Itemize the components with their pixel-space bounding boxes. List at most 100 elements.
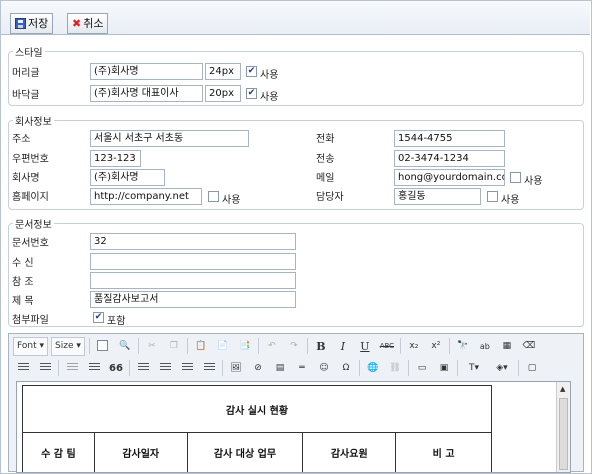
company-name-input[interactable]: (주)회사명: [90, 169, 165, 186]
homepage-input[interactable]: http://company.net: [90, 188, 202, 205]
outdent-icon[interactable]: [62, 359, 82, 378]
footer-size-input[interactable]: 20px: [205, 85, 241, 102]
footer-use-checkbox[interactable]: ✔: [246, 88, 257, 99]
cancel-button[interactable]: ✖ 취소: [67, 13, 109, 34]
editor-scrollbar[interactable]: ▲: [556, 382, 570, 472]
unlink-icon[interactable]: ⛓: [385, 359, 405, 378]
manager-label: 담당자: [316, 192, 344, 203]
subscript-button[interactable]: x₂: [404, 337, 424, 356]
header-size-input[interactable]: 24px: [205, 63, 241, 80]
homepage-use-label: 사용: [222, 195, 241, 206]
header-use-checkbox[interactable]: ✔: [246, 66, 257, 77]
fax-input[interactable]: 02-3474-1234: [394, 150, 505, 167]
email-input[interactable]: hong@yourdomain.com: [394, 169, 505, 186]
subject-input[interactable]: 품질감사보고서: [90, 291, 296, 308]
column-header-date: 감사일자: [93, 432, 188, 472]
preview-icon[interactable]: 🔍: [115, 337, 135, 356]
style-legend: 스타일: [15, 48, 43, 59]
header-label: 머리글: [12, 68, 40, 79]
attachment-include-label: 포함: [107, 316, 126, 327]
text-color-icon[interactable]: T▾: [461, 359, 487, 378]
editor-toolbar-row-2: 66 🖼 ⊘ ▤ ═ ☺ Ω 🌐 ⛓ ▭ ▣ T▾ ◈▾ ▢: [13, 358, 544, 378]
numbered-list-icon[interactable]: [13, 359, 33, 378]
footer-use-label: 사용: [260, 92, 279, 103]
align-center-icon[interactable]: [155, 359, 175, 378]
font-select-label: Font: [17, 340, 37, 351]
recipient-input[interactable]: [90, 253, 296, 270]
scrollbar-thumb[interactable]: [559, 398, 568, 470]
zip-label: 우편번호: [12, 154, 49, 165]
column-header-note: 비 고: [395, 432, 492, 472]
doc-number-input[interactable]: 32: [90, 233, 296, 250]
strikethrough-button[interactable]: ABC: [377, 337, 397, 356]
editor-toolbar-row-1: Font ▾ Size ▾ 🔍 ✂ ❐ 📋 📄 📑 ↶ ↷ B I U ABC …: [13, 336, 541, 356]
column-header-task: 감사 대상 업무: [186, 432, 304, 472]
align-right-icon[interactable]: [177, 359, 197, 378]
new-page-icon[interactable]: [93, 337, 113, 356]
manager-input[interactable]: 홍길동: [394, 188, 481, 205]
cut-icon[interactable]: ✂: [142, 337, 162, 356]
font-select[interactable]: Font ▾: [13, 336, 48, 356]
align-left-icon[interactable]: [133, 359, 153, 378]
background-color-icon[interactable]: ◈▾: [489, 359, 515, 378]
find-icon[interactable]: 🔭: [453, 337, 473, 356]
save-button[interactable]: 저장: [10, 13, 54, 34]
subject-label: 제 목: [12, 296, 34, 307]
flash-icon[interactable]: ⊘: [248, 359, 268, 378]
special-char-icon[interactable]: Ω: [336, 359, 356, 378]
save-label: 저장: [28, 17, 49, 30]
undo-icon[interactable]: ↶: [262, 337, 282, 356]
homepage-use-checkbox[interactable]: [208, 191, 219, 202]
align-justify-icon[interactable]: [199, 359, 219, 378]
blockquote-icon[interactable]: 66: [106, 359, 126, 378]
paste-text-icon[interactable]: 📄: [213, 337, 233, 356]
remove-format-icon[interactable]: ⌫: [519, 337, 539, 356]
underline-button[interactable]: U: [355, 337, 375, 356]
scroll-up-icon[interactable]: ▲: [560, 385, 565, 393]
address-input[interactable]: 서울시 서초구 서초동: [90, 130, 249, 147]
email-use-checkbox[interactable]: [510, 172, 521, 183]
recipient-label: 수 신: [12, 258, 34, 269]
bulleted-list-icon[interactable]: [35, 359, 55, 378]
address-label: 주소: [12, 134, 31, 145]
homepage-label: 홈페이지: [12, 192, 49, 203]
company-name-label: 회사명: [12, 173, 40, 184]
rich-text-editor: Font ▾ Size ▾ 🔍 ✂ ❐ 📋 📄 📑 ↶ ↷ B I U ABC …: [8, 333, 584, 473]
reference-input[interactable]: [90, 272, 296, 289]
column-header-auditor: 감사요원: [302, 432, 397, 472]
document-legend: 문서정보: [15, 220, 52, 231]
replace-icon[interactable]: ab: [475, 337, 495, 356]
source-icon[interactable]: ▢: [522, 359, 542, 378]
indent-icon[interactable]: [84, 359, 104, 378]
paste-icon[interactable]: 📋: [191, 337, 211, 356]
redo-icon[interactable]: ↷: [284, 337, 304, 356]
maximize-icon[interactable]: ▭: [412, 359, 432, 378]
image-icon[interactable]: 🖼: [226, 359, 246, 378]
header-text-input[interactable]: (주)회사명: [90, 63, 203, 80]
horizontal-rule-icon[interactable]: ═: [292, 359, 312, 378]
doc-number-label: 문서번호: [12, 238, 49, 249]
attachment-include-checkbox[interactable]: ✔: [93, 312, 104, 323]
attachment-label: 첨부파일: [12, 315, 49, 326]
zip-input[interactable]: 123-123: [90, 150, 141, 167]
copy-icon[interactable]: ❐: [164, 337, 184, 356]
table-icon[interactable]: ▤: [270, 359, 290, 378]
superscript-button[interactable]: x²: [426, 337, 446, 356]
editor-content-area[interactable]: 감사 실시 현황 수 감 팀 감사일자 감사 대상 업무 감사요원 비 고 ▲: [16, 381, 571, 473]
footer-text-input[interactable]: (주)회사명 대표이사: [90, 85, 203, 102]
italic-button[interactable]: I: [333, 337, 353, 356]
show-blocks-icon[interactable]: ▣: [434, 359, 454, 378]
column-header-team: 수 감 팀: [22, 432, 95, 472]
email-label: 메일: [316, 173, 335, 184]
select-all-icon[interactable]: ▦: [497, 337, 517, 356]
phone-input[interactable]: 1544-4755: [394, 130, 505, 147]
bold-button[interactable]: B: [311, 337, 331, 356]
manager-use-checkbox[interactable]: [487, 191, 498, 202]
smiley-icon[interactable]: ☺: [314, 359, 334, 378]
paste-word-icon[interactable]: 📑: [235, 337, 255, 356]
company-legend: 회사정보: [15, 117, 52, 128]
cancel-label: 취소: [83, 17, 104, 30]
size-select[interactable]: Size ▾: [51, 336, 85, 356]
link-icon[interactable]: 🌐: [363, 359, 383, 378]
header-use-label: 사용: [260, 70, 279, 81]
